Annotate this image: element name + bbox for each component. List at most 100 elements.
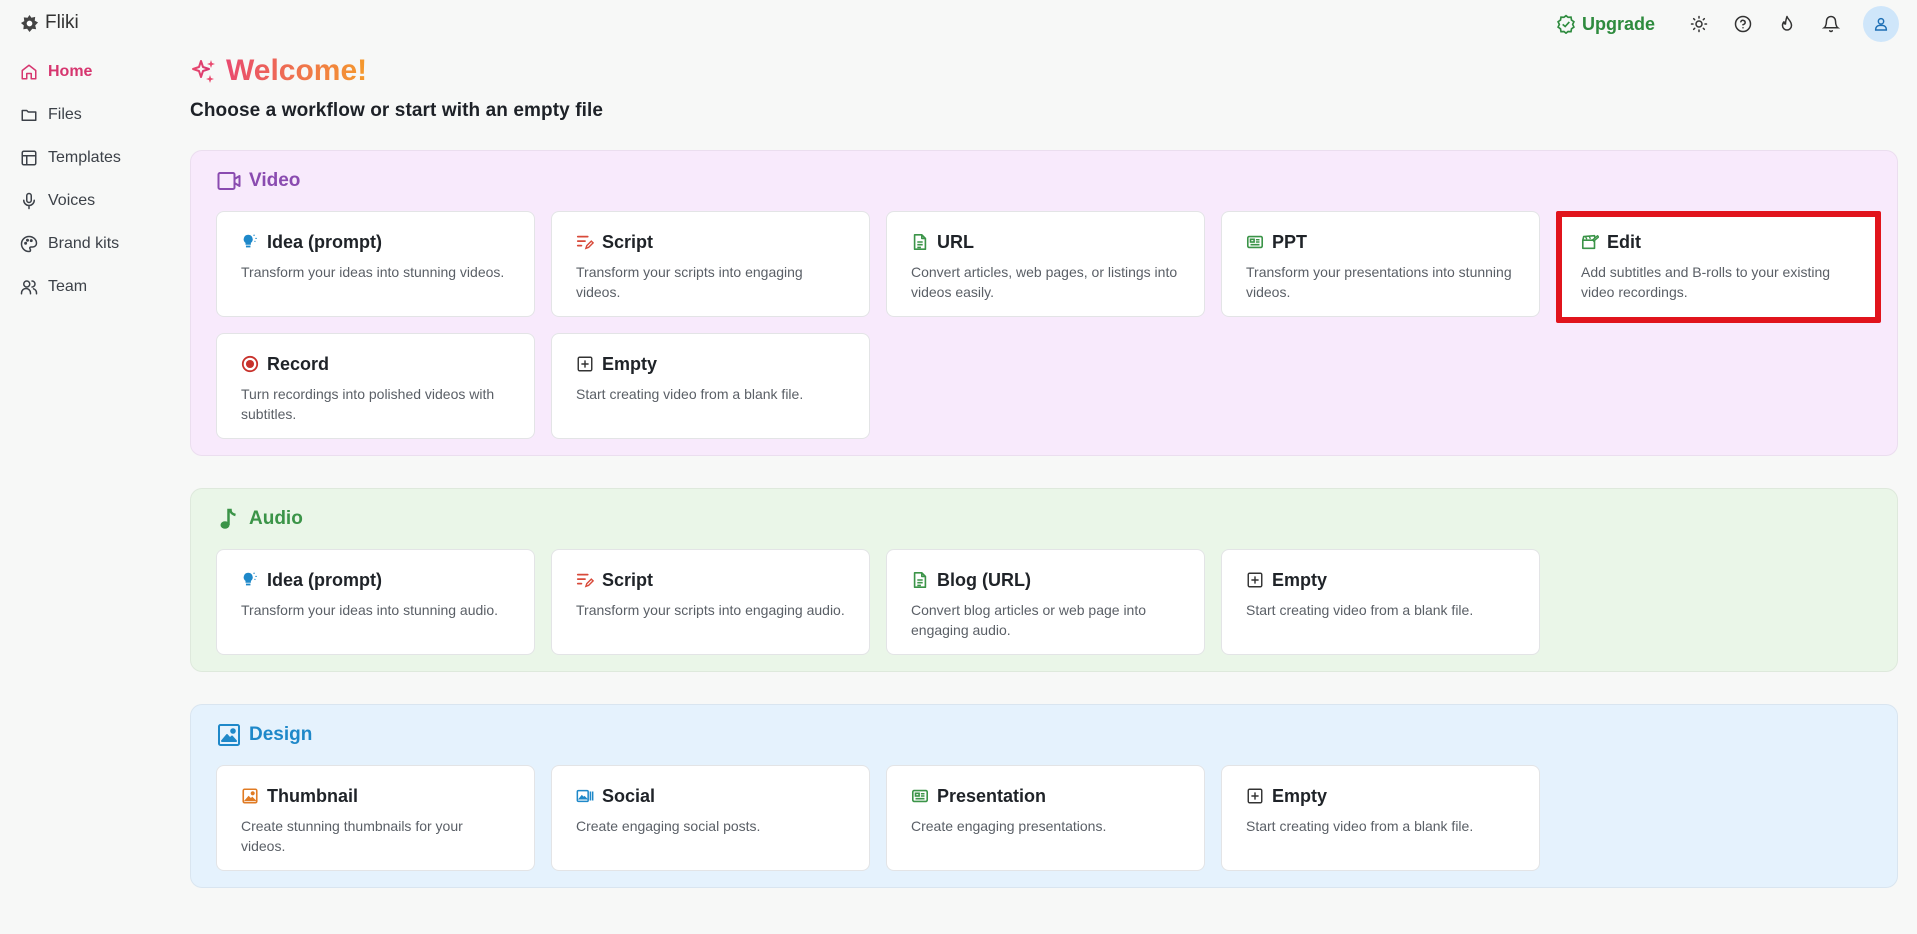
card-title: Empty [1246,784,1515,808]
audio-idea-card[interactable]: Idea (prompt) Transform your ideas into … [216,549,535,655]
video-section: Video Idea (prompt) Transform your ideas… [190,150,1898,456]
file-text-icon [913,571,927,589]
card-title: Thumbnail [241,784,510,808]
video-record-card[interactable]: Record Turn recordings into polished vid… [216,333,535,439]
card-description: Transform your ideas into stunning audio… [241,602,499,618]
main-content: Welcome! Choose a workflow or start with… [190,50,1898,888]
help-circle-icon [1734,15,1752,33]
app-logo[interactable]: Fliki [20,12,79,34]
card-title-text: Script [602,231,654,252]
sidebar-item-templates[interactable]: Templates [0,136,180,179]
video-ppt-card[interactable]: PPT Transform your presentations into st… [1221,211,1540,317]
card-title: Presentation [911,784,1180,808]
card-title-text: Script [602,569,654,590]
script-pen-icon [576,235,594,250]
layout-template-icon [21,150,37,165]
presentation-icon [911,789,929,803]
card-title-text: Empty [1272,785,1328,806]
page-subtitle: Choose a workflow or start with an empty… [190,100,604,121]
lightbulb-icon [243,572,257,586]
sidebar-item-brand-kits[interactable]: Brand kits [0,222,180,265]
audio-section: Audio Idea (prompt) Transform your ideas… [190,488,1898,672]
help-button[interactable] [1721,6,1765,42]
card-title: Empty [1246,568,1515,592]
video-section-title: Video [249,170,301,191]
design-section-title: Design [249,724,313,745]
card-description: Transform your scripts into engaging aud… [576,602,845,618]
notifications-button[interactable] [1809,6,1853,42]
card-description: Transform your ideas into stunning video… [241,264,505,280]
plus-square-icon [1247,572,1263,588]
design-social-card[interactable]: Social Create engaging social posts. [551,765,870,871]
image-icon [218,724,240,746]
welcome-heading: Welcome! [190,50,1898,92]
video-idea-card[interactable]: Idea (prompt) Transform your ideas into … [216,211,535,317]
audio-section-title: Audio [249,508,303,529]
video-script-card[interactable]: Script Transform your scripts into engag… [551,211,870,317]
card-title-text: Presentation [937,785,1047,806]
card-title: Script [576,568,845,592]
audio-section-header: Audio [217,507,303,531]
user-avatar[interactable] [1863,6,1899,42]
design-thumbnail-card[interactable]: Thumbnail Create stunning thumbnails for… [216,765,535,871]
theme-toggle-button[interactable] [1677,6,1721,42]
badge-check-icon [1557,14,1575,34]
sidebar-item-voices[interactable]: Voices [0,179,180,222]
thumbnail-image-icon [242,788,258,804]
palette-icon [20,235,38,252]
record-icon [241,355,259,373]
card-description: Create stunning thumbnails for your vide… [241,818,463,854]
card-description: Transform your presentations into stunni… [1246,264,1512,300]
card-title: Idea (prompt) [241,568,510,592]
card-title: URL [911,230,1180,254]
sidebar-item-label: Brand kits [48,234,120,252]
user-icon [1874,17,1888,31]
card-title-text: URL [937,231,974,252]
card-title: Social [576,784,845,808]
bell-icon [1822,15,1840,33]
card-description: Add subtitles and B-rolls to your existi… [1581,264,1831,300]
video-url-card[interactable]: URL Convert articles, web pages, or list… [886,211,1205,317]
upgrade-label: Upgrade [1581,13,1655,34]
card-description: Start creating video from a blank file. [576,386,804,402]
topbar-actions: Upgrade [1556,6,1899,42]
home-icon [21,64,37,79]
design-section-header: Design [217,723,312,747]
card-description: Create engaging presentations. [911,818,1107,834]
card-title: Script [576,230,845,254]
card-title-text: Social [602,785,656,806]
audio-script-card[interactable]: Script Transform your scripts into engag… [551,549,870,655]
video-edit-card[interactable]: Edit Add subtitles and B-rolls to your e… [1556,211,1881,323]
card-title-text: Record [267,353,330,374]
audio-empty-card[interactable]: Empty Start creating video from a blank … [1221,549,1540,655]
sidebar-item-label: Team [48,277,88,295]
card-description: Start creating video from a blank file. [1246,818,1474,834]
sidebar-item-team[interactable]: Team [0,265,180,308]
whats-new-button[interactable] [1765,6,1809,42]
design-section: Design Thumbnail Create stunning thumbna… [190,704,1898,888]
presentation-icon [1246,235,1264,249]
card-description: Start creating video from a blank file. [1246,602,1474,618]
music-note-icon [220,508,236,529]
design-empty-card[interactable]: Empty Start creating video from a blank … [1221,765,1540,871]
card-title-text: Thumbnail [267,785,358,806]
video-empty-card[interactable]: Empty Start creating video from a blank … [551,333,870,439]
card-description: Turn recordings into polished videos wit… [241,386,495,422]
upgrade-button[interactable]: Upgrade [1556,14,1655,35]
card-description: Create engaging social posts. [576,818,761,834]
sidebar-item-files[interactable]: Files [0,93,180,136]
video-section-header: Video [217,169,300,193]
script-pen-icon [576,573,594,588]
card-title-text: Edit [1607,231,1641,252]
card-title: PPT [1246,230,1515,254]
sidebar-item-home[interactable]: Home [0,50,180,93]
card-title: Empty [576,352,845,376]
audio-blog-url-card[interactable]: Blog (URL) Convert blog articles or web … [886,549,1205,655]
social-post-icon [576,789,594,803]
plus-square-icon [577,356,593,372]
microphone-icon [23,192,35,209]
card-description: Convert articles, web pages, or listings… [911,264,1178,300]
design-presentation-card[interactable]: Presentation Create engaging presentatio… [886,765,1205,871]
video-camera-icon [217,172,241,190]
file-text-icon [913,233,927,251]
